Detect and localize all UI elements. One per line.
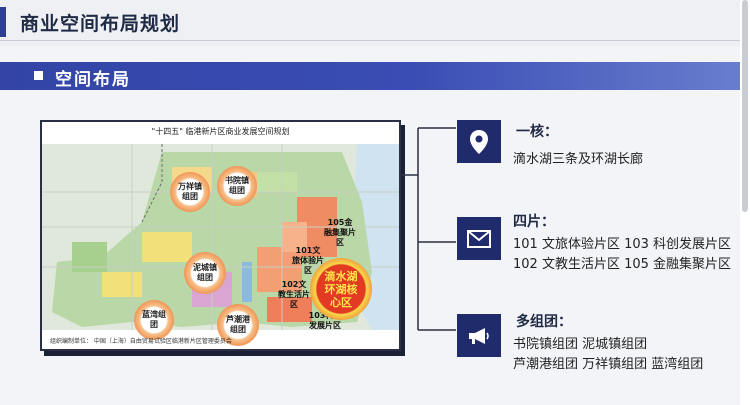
info-core-line-1: 滴水湖三条及环湖长廊 [513,152,644,167]
scrollbar-thumb[interactable] [742,0,748,212]
map-title: "十四五" 临港新片区商业发展空间规划 [151,127,290,136]
location-pin-icon [457,120,501,163]
planning-map: "十四五" 临港新片区商业发展空间规划 万祥镇组团 书院镇组团 泥城镇组团 蓝湾… [40,120,401,351]
zone-105-label: 105金融集聚片区 [324,218,356,247]
info-heading-core: 一核： [516,124,558,140]
zone-102-label: 102文教生活片区 [278,280,310,309]
group-circle-nicheng: 泥城镇组团 [184,252,226,294]
vertical-scrollbar[interactable] [740,0,750,405]
envelope-icon [457,217,501,260]
core-zone-circle: 滴水湖环湖核心区 [310,258,372,320]
bullet-square-icon [34,71,43,80]
page-title: 商业空间布局规划 [20,13,181,35]
info-heading-zones: 四片： [513,214,555,230]
info-zones-line-1: 101 文旅体验片区 103 科创发展片区 [513,237,732,252]
group-circle-shuyuan: 书院镇组团 [217,166,257,206]
group-label-shuyuan: 书院镇组团 [225,176,249,195]
group-label-nicheng: 泥城镇组团 [193,263,217,282]
info-groups-line-1: 书院镇组团 泥城镇组团 [513,337,648,352]
core-zone-label: 滴水湖环湖核心区 [324,269,358,309]
group-circle-wanxiang: 万祥镇组团 [170,172,210,212]
connector-bracket [400,127,456,331]
megaphone-icon [457,314,501,357]
map-footer: 组织编制单位： 中国（上海）自由贸易试验区临港新片区管理委员会 [50,338,232,345]
header-divider [0,40,750,41]
group-label-wanxiang: 万祥镇组团 [178,182,202,201]
section-band: 空间布局 [0,62,750,90]
info-heading-groups: 多组团： [516,314,572,330]
section-title: 空间布局 [55,70,131,90]
page-header: 商业空间布局规划 [0,0,750,46]
header-accent-bar [0,7,6,37]
group-label-lanwan: 蓝湾组团 [142,310,166,329]
group-circle-lanwan: 蓝湾组团 [134,300,174,340]
info-zones-line-2: 102 文教生活片区 105 金融集聚片区 [513,257,732,272]
group-label-luchaogang: 芦潮港组团 [226,315,250,334]
info-groups-line-2: 芦潮港组团 万祥镇组团 蓝湾组团 [513,357,704,372]
